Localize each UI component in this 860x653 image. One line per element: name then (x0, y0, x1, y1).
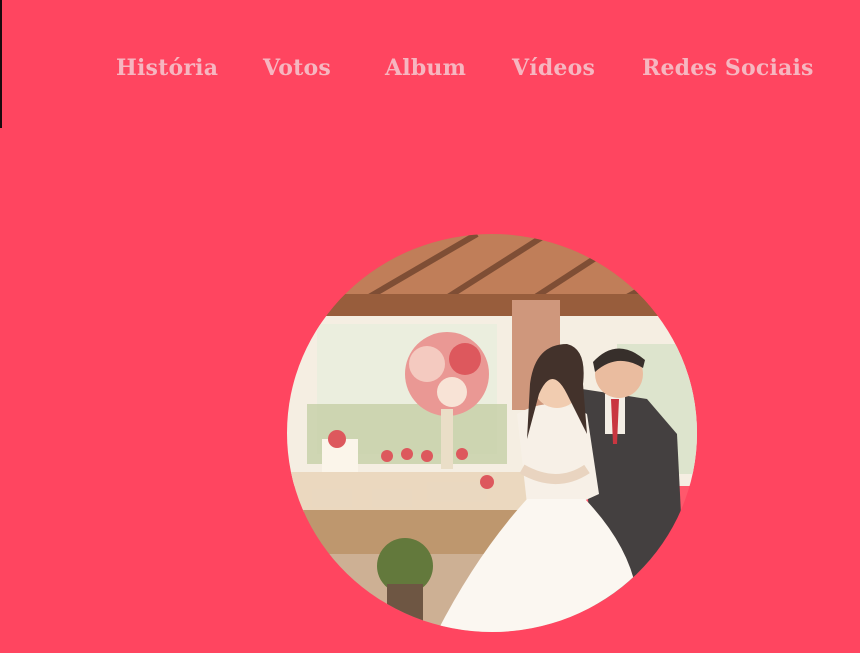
nav-link-votos[interactable]: Votos (263, 50, 331, 86)
nav-link-redes-sociais[interactable]: Redes Sociais (642, 50, 814, 86)
nav-link-historia[interactable]: História (116, 50, 218, 86)
couple-photo (287, 234, 697, 632)
main-nav: História Votos Album Vídeos Redes Sociai… (0, 50, 860, 90)
page: História Votos Album Vídeos Redes Sociai… (0, 0, 860, 653)
nav-link-album[interactable]: Album (385, 50, 466, 86)
nav-link-videos[interactable]: Vídeos (512, 50, 595, 86)
